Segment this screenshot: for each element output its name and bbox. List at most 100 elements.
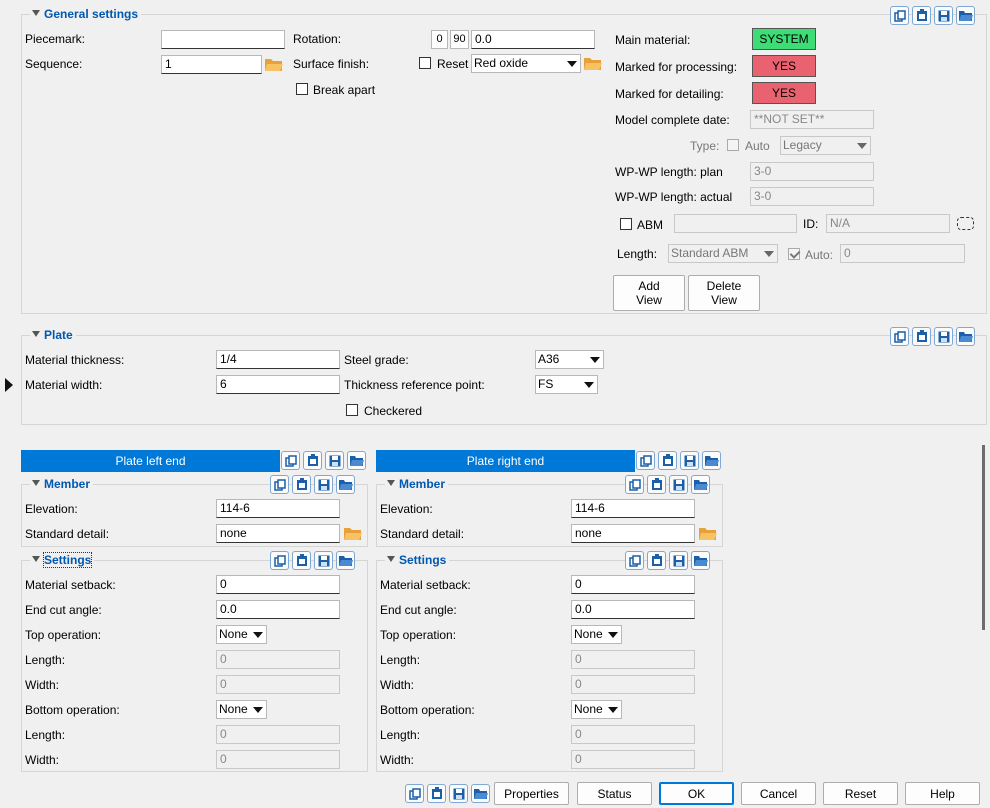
tab-plate-left-end[interactable]: Plate left end — [21, 450, 280, 472]
ellipsis-icon[interactable] — [957, 217, 974, 230]
right-bot-wid-input: 0 — [571, 750, 695, 769]
copy-icon[interactable] — [625, 475, 644, 494]
right-top-op-value: None — [574, 627, 603, 641]
left-settings-title[interactable]: Settings — [30, 552, 95, 568]
clipboard-icon[interactable] — [303, 451, 322, 470]
piecemark-input[interactable] — [161, 30, 285, 49]
collapse-triangle-icon[interactable] — [387, 556, 395, 562]
open-folder-icon[interactable] — [691, 475, 710, 494]
folder-icon[interactable] — [343, 524, 363, 543]
open-folder-icon[interactable] — [336, 551, 355, 570]
left-member-title[interactable]: Member — [30, 477, 94, 491]
right-top-op-select[interactable]: None — [571, 625, 622, 644]
save-icon[interactable] — [934, 6, 953, 25]
copy-icon[interactable] — [636, 451, 655, 470]
sequence-input[interactable]: 1 — [161, 55, 262, 74]
copy-icon[interactable] — [270, 551, 289, 570]
left-bot-op-select[interactable]: None — [216, 700, 267, 719]
save-icon[interactable] — [314, 551, 333, 570]
copy-icon[interactable] — [281, 451, 300, 470]
open-folder-icon[interactable] — [702, 451, 721, 470]
folder-icon[interactable] — [698, 524, 718, 543]
abm-checkbox[interactable] — [620, 218, 632, 230]
left-setback-input[interactable]: 0 — [216, 575, 340, 594]
save-icon[interactable] — [934, 327, 953, 346]
marked-processing-button[interactable]: YES — [752, 55, 816, 77]
right-member-title[interactable]: Member — [385, 477, 449, 491]
surface-finish-select[interactable]: Red oxide — [471, 54, 581, 73]
copy-icon[interactable] — [890, 6, 909, 25]
grade-select[interactable]: A36 — [535, 350, 604, 369]
thickness-input[interactable]: 1/4 — [216, 350, 340, 369]
id-label: ID: — [803, 217, 819, 231]
plate-title[interactable]: Plate — [30, 328, 76, 342]
folder-icon[interactable] — [583, 54, 603, 73]
collapse-triangle-icon[interactable] — [32, 480, 40, 486]
checkered-checkbox[interactable] — [346, 404, 358, 416]
vertical-scrollbar[interactable] — [982, 445, 985, 630]
copy-icon[interactable] — [890, 327, 909, 346]
collapse-triangle-icon[interactable] — [32, 556, 40, 562]
open-folder-icon[interactable] — [347, 451, 366, 470]
copy-icon[interactable] — [270, 475, 289, 494]
clipboard-icon[interactable] — [427, 784, 446, 803]
delete-view-button[interactable]: Delete View — [688, 275, 760, 311]
add-view-button[interactable]: Add View — [613, 275, 685, 311]
reset-button[interactable]: Reset — [823, 782, 898, 805]
help-button[interactable]: Help — [905, 782, 980, 805]
folder-icon[interactable] — [264, 55, 284, 74]
reset-checkbox[interactable] — [419, 57, 431, 69]
clipboard-icon[interactable] — [912, 327, 931, 346]
length-auto-label: Auto: — [805, 248, 834, 262]
right-bot-op-select[interactable]: None — [571, 700, 622, 719]
collapse-triangle-icon[interactable] — [387, 480, 395, 486]
rotation-input[interactable]: 0.0 — [471, 30, 595, 49]
ok-button[interactable]: OK — [659, 782, 734, 805]
clipboard-icon[interactable] — [647, 551, 666, 570]
save-icon[interactable] — [325, 451, 344, 470]
general-settings-title[interactable]: General settings — [30, 7, 142, 21]
surface-finish-label: Surface finish: — [293, 57, 370, 71]
open-folder-icon[interactable] — [336, 475, 355, 494]
save-icon[interactable] — [669, 475, 688, 494]
rotation-90-button[interactable]: 90 — [450, 30, 469, 49]
collapse-triangle-icon[interactable] — [32, 10, 40, 16]
open-folder-icon[interactable] — [956, 327, 975, 346]
save-icon[interactable] — [449, 784, 468, 803]
properties-button[interactable]: Properties — [494, 782, 569, 805]
tab-plate-right-end[interactable]: Plate right end — [376, 450, 635, 472]
right-settings-icon-bar — [625, 551, 710, 571]
open-folder-icon[interactable] — [471, 784, 490, 803]
save-icon[interactable] — [314, 475, 333, 494]
right-setback-input[interactable]: 0 — [571, 575, 695, 594]
left-top-op-select[interactable]: None — [216, 625, 267, 644]
right-elevation-input[interactable]: 114-6 — [571, 499, 695, 518]
left-cut-angle-input[interactable]: 0.0 — [216, 600, 340, 619]
left-elevation-input[interactable]: 114-6 — [216, 499, 340, 518]
open-folder-icon[interactable] — [691, 551, 710, 570]
right-cut-angle-input[interactable]: 0.0 — [571, 600, 695, 619]
cancel-button[interactable]: Cancel — [741, 782, 816, 805]
save-icon[interactable] — [669, 551, 688, 570]
status-button[interactable]: Status — [577, 782, 652, 805]
clipboard-icon[interactable] — [292, 551, 311, 570]
clipboard-icon[interactable] — [292, 475, 311, 494]
break-apart-checkbox[interactable] — [296, 83, 308, 95]
clipboard-icon[interactable] — [912, 6, 931, 25]
copy-icon[interactable] — [405, 784, 424, 803]
save-icon[interactable] — [680, 451, 699, 470]
copy-icon[interactable] — [625, 551, 644, 570]
clipboard-icon[interactable] — [658, 451, 677, 470]
marked-detailing-button[interactable]: YES — [752, 82, 816, 104]
width-input[interactable]: 6 — [216, 375, 340, 394]
current-row-marker-icon — [5, 378, 13, 392]
refpoint-select[interactable]: FS — [535, 375, 598, 394]
main-material-button[interactable]: SYSTEM — [752, 28, 816, 50]
left-std-detail-input[interactable]: none — [216, 524, 340, 543]
open-folder-icon[interactable] — [956, 6, 975, 25]
rotation-0-button[interactable]: 0 — [431, 30, 448, 49]
clipboard-icon[interactable] — [647, 475, 666, 494]
right-std-detail-input[interactable]: none — [571, 524, 695, 543]
right-settings-title[interactable]: Settings — [385, 553, 450, 567]
collapse-triangle-icon[interactable] — [32, 331, 40, 337]
